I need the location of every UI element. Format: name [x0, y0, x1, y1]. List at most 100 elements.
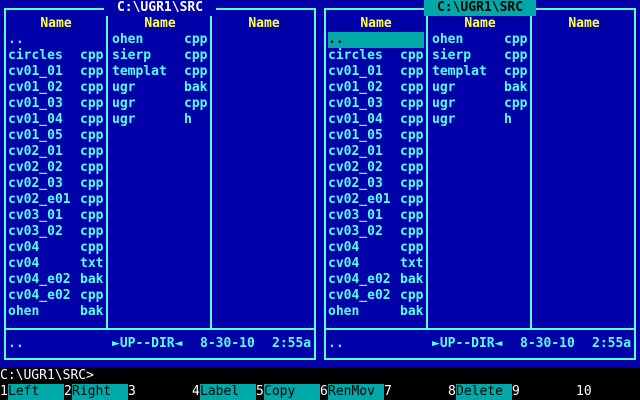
- file-entry[interactable]: circles cpp: [8, 48, 104, 64]
- function-key-f9[interactable]: 9: [512, 384, 576, 400]
- file-name: cv03_02: [8, 224, 63, 239]
- file-entry[interactable]: cv04_e02 cpp: [328, 288, 424, 304]
- file-entry[interactable]: ugr cpp: [112, 96, 208, 112]
- status-time: 2:55a: [272, 336, 312, 351]
- column-divider: [106, 8, 108, 328]
- function-key-f5[interactable]: 5Copy: [256, 384, 320, 400]
- file-name: cv01_02: [328, 80, 383, 95]
- file-name: ugr: [432, 96, 456, 111]
- file-entry[interactable]: cv02_03 cpp: [8, 176, 104, 192]
- left-file-panel[interactable]: C:\UGR1\SRC Name Name Name .. circles cpp c…: [0, 0, 320, 368]
- file-entry[interactable]: templat cpp: [432, 64, 528, 80]
- file-entry[interactable]: cv01_04 cpp: [328, 112, 424, 128]
- function-key-f2[interactable]: 2Right: [64, 384, 128, 400]
- file-entry[interactable]: cv02_01 cpp: [328, 144, 424, 160]
- file-name: cv04_e02: [8, 272, 71, 287]
- file-entry[interactable]: cv01_01 cpp: [328, 64, 424, 80]
- file-extension: bak: [400, 304, 424, 319]
- file-entry[interactable]: cv03_02 cpp: [328, 224, 424, 240]
- file-entry[interactable]: ugr bak: [112, 80, 208, 96]
- file-entry[interactable]: cv04 txt: [328, 256, 424, 272]
- file-entry[interactable]: cv04_e02 bak: [8, 272, 104, 288]
- file-name: ohen: [432, 32, 464, 47]
- file-name: ugr: [112, 112, 136, 127]
- file-extension: cpp: [400, 144, 424, 159]
- function-key-label: Left: [8, 384, 64, 400]
- file-entry[interactable]: ohen bak: [328, 304, 424, 320]
- function-key-number: 2: [64, 384, 72, 399]
- file-entry[interactable]: cv02_01 cpp: [8, 144, 104, 160]
- command-prompt[interactable]: C:\UGR1\SRC>: [0, 368, 640, 384]
- function-key-f3[interactable]: 3: [128, 384, 192, 400]
- file-entry[interactable]: cv01_02 cpp: [8, 80, 104, 96]
- function-key-f6[interactable]: 6RenMov: [320, 384, 384, 400]
- file-name: ohen: [112, 32, 144, 47]
- file-name: sierp: [432, 48, 472, 63]
- file-entry[interactable]: templat cpp: [112, 64, 208, 80]
- file-entry[interactable]: cv04 cpp: [328, 240, 424, 256]
- file-entry[interactable]: cv02_03 cpp: [328, 176, 424, 192]
- file-entry[interactable]: sierp cpp: [432, 48, 528, 64]
- function-key-f8[interactable]: 8Delete: [448, 384, 512, 400]
- file-name: ..: [328, 32, 344, 47]
- file-entry[interactable]: ohen cpp: [112, 32, 208, 48]
- file-entry[interactable]: ugr h: [112, 112, 208, 128]
- file-entry[interactable]: ugr cpp: [432, 96, 528, 112]
- file-name: templat: [112, 64, 167, 79]
- file-name: templat: [432, 64, 487, 79]
- file-entry[interactable]: cv01_05 cpp: [328, 128, 424, 144]
- column-header: Name: [360, 16, 392, 31]
- file-name: ugr: [112, 80, 136, 95]
- file-entry[interactable]: cv03_02 cpp: [8, 224, 104, 240]
- file-entry[interactable]: cv02_e01 cpp: [328, 192, 424, 208]
- status-date: 8-30-10: [200, 336, 255, 351]
- file-entry[interactable]: cv03_01 cpp: [328, 208, 424, 224]
- file-entry[interactable]: cv01_03 cpp: [328, 96, 424, 112]
- file-name: cv01_05: [328, 128, 383, 143]
- file-name: ugr: [432, 112, 456, 127]
- right-file-panel[interactable]: C:\UGR1\SRC Name Name Name .. circles cpp c…: [320, 0, 640, 368]
- file-extension: cpp: [80, 48, 104, 63]
- file-entry[interactable]: ohen bak: [8, 304, 104, 320]
- file-entry[interactable]: ohen cpp: [432, 32, 528, 48]
- file-extension: bak: [80, 272, 104, 287]
- file-name: cv02_02: [8, 160, 63, 175]
- file-entry[interactable]: cv01_01 cpp: [8, 64, 104, 80]
- file-entry[interactable]: cv04 cpp: [8, 240, 104, 256]
- file-entry[interactable]: cv01_02 cpp: [328, 80, 424, 96]
- column-divider: [530, 8, 532, 328]
- function-key-f4[interactable]: 4Label: [192, 384, 256, 400]
- function-key-f10[interactable]: 10: [576, 384, 640, 400]
- panel-path: C:\UGR1\SRC: [104, 0, 216, 16]
- file-entry[interactable]: cv04 txt: [8, 256, 104, 272]
- file-entry[interactable]: sierp cpp: [112, 48, 208, 64]
- file-entry[interactable]: cv03_01 cpp: [8, 208, 104, 224]
- file-entry[interactable]: circles cpp: [328, 48, 424, 64]
- file-extension: cpp: [80, 112, 104, 127]
- file-entry[interactable]: ..: [328, 32, 424, 48]
- panel-status-separator: [4, 328, 316, 330]
- file-extension: cpp: [400, 128, 424, 143]
- file-entry[interactable]: cv01_03 cpp: [8, 96, 104, 112]
- file-name: circles: [328, 48, 383, 63]
- file-extension: cpp: [400, 240, 424, 255]
- file-extension: cpp: [80, 176, 104, 191]
- function-key-f1[interactable]: 1Left: [0, 384, 64, 400]
- file-extension: cpp: [400, 80, 424, 95]
- function-key-f7[interactable]: 7: [384, 384, 448, 400]
- file-entry[interactable]: cv02_02 cpp: [328, 160, 424, 176]
- file-extension: cpp: [80, 224, 104, 239]
- file-entry[interactable]: cv04_e02 bak: [328, 272, 424, 288]
- file-entry[interactable]: cv01_04 cpp: [8, 112, 104, 128]
- file-name: cv01_03: [328, 96, 383, 111]
- file-entry[interactable]: ugr h: [432, 112, 528, 128]
- file-entry[interactable]: cv02_02 cpp: [8, 160, 104, 176]
- file-entry[interactable]: cv01_05 cpp: [8, 128, 104, 144]
- column-header: Name: [568, 16, 600, 31]
- file-entry[interactable]: cv04_e02 cpp: [8, 288, 104, 304]
- file-entry[interactable]: ..: [8, 32, 104, 48]
- file-entry[interactable]: ugr bak: [432, 80, 528, 96]
- file-name: cv01_01: [8, 64, 63, 79]
- file-extension: cpp: [400, 224, 424, 239]
- file-entry[interactable]: cv02_e01 cpp: [8, 192, 104, 208]
